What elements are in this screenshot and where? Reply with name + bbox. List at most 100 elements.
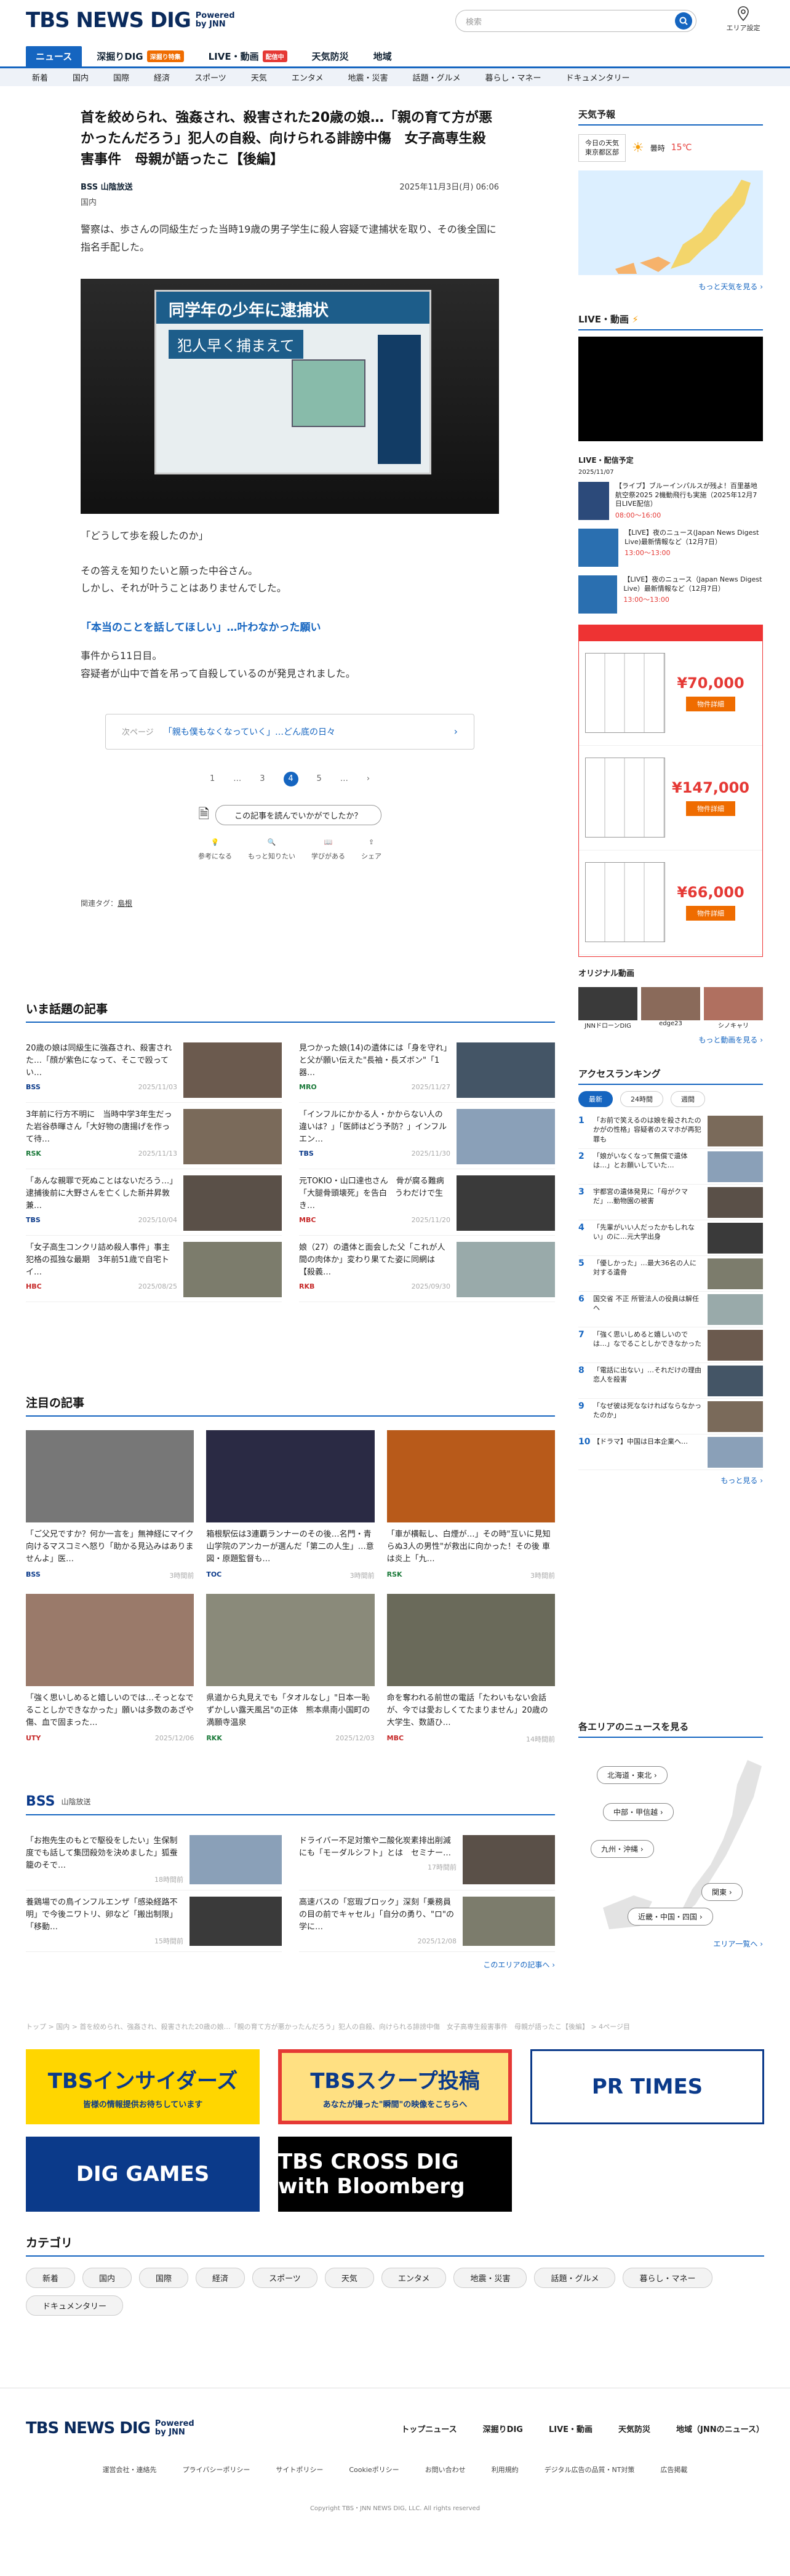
- footer-sublink[interactable]: 運営会社・連絡先: [103, 2465, 157, 2474]
- footer-link[interactable]: 天気防災: [618, 2423, 650, 2434]
- ranking-item[interactable]: 10 【ドラマ】中国は日本企業へ…: [578, 1434, 763, 1470]
- featured-item[interactable]: 命を奪われる前世の電話「たわいもない会話が、今では愛おしくてたまりません」20歳…: [386, 1594, 555, 1758]
- category-nav-item[interactable]: 地震・災害: [348, 71, 388, 83]
- featured-item[interactable]: 県道から丸見えでも「タオルなし」"日本一恥ずかしい露天風呂"の正体 熊本県南小国…: [206, 1594, 375, 1758]
- featured-item[interactable]: 「強く思いしめると嬉しいのでは…そっとなでることしかできなかった」願いは多数のあ…: [26, 1594, 194, 1758]
- region-button[interactable]: 九州・沖縄 ›: [591, 1840, 654, 1858]
- category-chip[interactable]: 天気: [324, 2268, 374, 2288]
- featured-item[interactable]: 「車が横転し、白煙が…」その時"互いに見知らぬ3人の男性"が救出に向かった！その…: [386, 1430, 555, 1594]
- category-nav-item[interactable]: 暮らし・マネー: [485, 71, 541, 83]
- bss-item[interactable]: 養鶏場での鳥インフルエンザ「感染経路不明」で今後ニワトリ、卵など「搬出制限」「移…: [26, 1890, 282, 1952]
- trending-item[interactable]: 「あんな親罪で死ぬことはないだろう…」逮捕後前に大野さんを亡くした新井昇敦兼… T…: [26, 1169, 282, 1236]
- region-button[interactable]: 関東 ›: [701, 1883, 743, 1901]
- nav-tab-1[interactable]: 深掘りDIG 深掘り特集: [87, 46, 193, 66]
- ranking-item[interactable]: 5 「優しかった」…最大36名の人に対する遺骨: [578, 1256, 763, 1292]
- footer-sublink[interactable]: Cookieポリシー: [349, 2465, 399, 2474]
- nav-tab-3[interactable]: 天気防災: [302, 46, 359, 66]
- footer-sublink[interactable]: 利用規約: [492, 2465, 519, 2474]
- reaction-button[interactable]: ⇪ シェア: [361, 838, 381, 861]
- category-nav-item[interactable]: 国際: [113, 71, 129, 83]
- ad-listing[interactable]: ¥147,000 物件詳細: [579, 746, 762, 850]
- category-nav-item[interactable]: 話題・グルメ: [412, 71, 460, 83]
- region-button[interactable]: 中部・甲信越 ›: [603, 1803, 674, 1821]
- footer-sublink[interactable]: サイトポリシー: [276, 2465, 323, 2474]
- ranking-item[interactable]: 1 「お前で笑えるのは娘を殺されたのかがの性格」容疑者のスマホが再犯罪も: [578, 1113, 763, 1149]
- original-video-item[interactable]: JNNドローンDIG: [578, 986, 637, 1030]
- footer-link[interactable]: 地域（JNNのニュース）: [676, 2423, 764, 2434]
- ranking-tab[interactable]: 週間: [671, 1090, 705, 1107]
- footer-sublink[interactable]: お問い合わせ: [425, 2465, 466, 2474]
- ad-banner[interactable]: ¥70,000 物件詳細 ¥147,000 物件詳細 ¥66,000 物件詳細: [578, 624, 763, 957]
- region-more-link[interactable]: エリア一覧へ ›: [578, 1938, 763, 1949]
- search-box[interactable]: 検索: [455, 10, 696, 32]
- live-player[interactable]: [578, 336, 763, 441]
- article-category[interactable]: 国内: [81, 196, 499, 207]
- live-schedule-item[interactable]: 【LIVE】夜のニュース(Japan News Digest Live)最新情報…: [578, 528, 763, 569]
- ad-listing[interactable]: ¥70,000 物件詳細: [579, 641, 762, 746]
- category-chip[interactable]: ドキュメンタリー: [26, 2295, 124, 2316]
- page-link[interactable]: 5: [317, 774, 322, 783]
- bss-item[interactable]: 「お抱先生のもとで駆役をしたい」生保制度でも話して集団殺効を決めました」狐蚕籠の…: [26, 1829, 282, 1890]
- category-nav-item[interactable]: 国内: [73, 71, 89, 83]
- category-nav-item[interactable]: 天気: [251, 71, 267, 83]
- page-link[interactable]: 4: [283, 771, 298, 786]
- live-schedule-item[interactable]: 【LIVE】夜のニュース（Japan News Digest Live）最新情報…: [578, 575, 763, 616]
- category-nav-item[interactable]: スポーツ: [194, 71, 226, 83]
- ranking-item[interactable]: 8 「電話に出ない」…それだけの理由 恋人を殺害: [578, 1363, 763, 1399]
- category-chip[interactable]: 話題・グルメ: [534, 2268, 616, 2288]
- category-chip[interactable]: 新着: [26, 2268, 76, 2288]
- search-button[interactable]: [675, 12, 692, 30]
- ad-detail-button[interactable]: 物件詳細: [686, 906, 735, 921]
- nav-tab-0[interactable]: ニュース: [26, 46, 82, 66]
- banner-1[interactable]: TBSスクープ投稿 あなたが撮った"瞬間"の映像をこちらへ: [278, 2049, 512, 2124]
- ranking-more-link[interactable]: もっと見る ›: [578, 1475, 763, 1486]
- footer-link[interactable]: LIVE・動画: [549, 2423, 592, 2434]
- ranking-tab[interactable]: 最新: [578, 1090, 613, 1107]
- page-link[interactable]: 3: [260, 774, 265, 783]
- ad-detail-button[interactable]: 物件詳細: [686, 697, 735, 712]
- trending-item[interactable]: 見つかった娘(14)の遺体には「身を守れ」と父が願い伝えた"長袖・長ズボン"「1…: [299, 1036, 555, 1103]
- video-more-link[interactable]: もっと動画を見る ›: [578, 1034, 763, 1045]
- banner-0[interactable]: TBSインサイダーズ 皆様の情報提供お待ちしています: [26, 2049, 260, 2124]
- trending-item[interactable]: 元TOKIO・山口達也さん 骨が腐る難病「大腿骨頭壊死」を告白 うわだけで生き……: [299, 1169, 555, 1236]
- banner-3[interactable]: DIG GAMES: [26, 2137, 260, 2212]
- search-input[interactable]: 検索: [466, 15, 675, 27]
- trending-item[interactable]: 「女子高生コンクリ詰め殺人事件」事主犯格の孤独な最期 3年前51歳で自宅トイ… H…: [26, 1236, 282, 1302]
- page-link[interactable]: 1: [210, 774, 215, 783]
- tag-link[interactable]: 島根: [118, 899, 132, 908]
- nav-tab-2[interactable]: LIVE・動画 配信中: [199, 46, 297, 66]
- site-logo[interactable]: TBS NEWS DIG Powered by JNN: [26, 8, 239, 33]
- reaction-button[interactable]: 🔍 もっと知りたい: [248, 838, 295, 861]
- ranking-tab[interactable]: 24時間: [620, 1090, 663, 1107]
- trending-item[interactable]: 「インフルにかかる人・かからない人の違いは？」「医師はどう予防？」インフルエン……: [299, 1103, 555, 1169]
- category-chip[interactable]: 国内: [82, 2268, 132, 2288]
- category-nav-item[interactable]: 経済: [154, 71, 170, 83]
- weather-map[interactable]: [578, 170, 763, 275]
- reaction-button[interactable]: 💡 参考になる: [198, 838, 232, 861]
- region-button[interactable]: 近畿・中国・四国 ›: [628, 1908, 713, 1926]
- category-chip[interactable]: 経済: [196, 2268, 245, 2288]
- ranking-item[interactable]: 6 国交省 不正 所管法人の役員は解任へ: [578, 1292, 763, 1327]
- ad-detail-button[interactable]: 物件詳細: [686, 801, 735, 817]
- chevron-right-icon[interactable]: ›: [367, 774, 370, 783]
- category-chip[interactable]: 暮らし・マネー: [623, 2268, 712, 2288]
- ranking-item[interactable]: 3 宇都宮の遺体発見に「母がクマだ」…動物園の被害: [578, 1185, 763, 1220]
- original-video-item[interactable]: シノキャリ: [704, 986, 763, 1030]
- ranking-item[interactable]: 9 「なぜ彼は死ななければならなかったのか」: [578, 1399, 763, 1434]
- original-video-item[interactable]: edge23: [641, 986, 700, 1030]
- bss-item[interactable]: ドライバー不足対策や二酸化炭素排出削減にも「モーダルシフト」とは セミナー… 17…: [299, 1829, 555, 1890]
- trending-item[interactable]: 3年前に行方不明に 当時中学3年生だった岩谷恭暉さん「大好物の唐揚げを作って待……: [26, 1103, 282, 1169]
- banner-2[interactable]: PR TIMES: [530, 2049, 764, 2124]
- featured-item[interactable]: 「ご父兄ですか？何か一言を」無神経にマイク向けるマスコミへ怒り「助かる見込みはあ…: [26, 1430, 194, 1594]
- next-page-link[interactable]: 次ページ 「親も僕もなくなっていく」…どん底の日々 ›: [105, 713, 474, 750]
- category-chip[interactable]: スポーツ: [252, 2268, 317, 2288]
- category-chip[interactable]: 地震・災害: [453, 2268, 527, 2288]
- footer-link[interactable]: 深掘りDIG: [483, 2423, 523, 2434]
- nav-tab-4[interactable]: 地域: [364, 46, 402, 66]
- trending-item[interactable]: 娘（27）の遺体と面会した父「これが人間の肉体か」変わり果てた姿に同網は【殺義……: [299, 1236, 555, 1302]
- banner-4[interactable]: TBS CROSS DIG with Bloomberg: [278, 2137, 512, 2212]
- reaction-button[interactable]: 📖 学びがある: [311, 838, 345, 861]
- trending-item[interactable]: 20歳の娘は同級生に強姦され、殺害された…「顔が紫色になって、そこで殴ってい… B…: [26, 1036, 282, 1103]
- footer-sublink[interactable]: デジタル広告の品質・NT対策: [545, 2465, 635, 2474]
- footer-link[interactable]: トップニュース: [401, 2423, 457, 2434]
